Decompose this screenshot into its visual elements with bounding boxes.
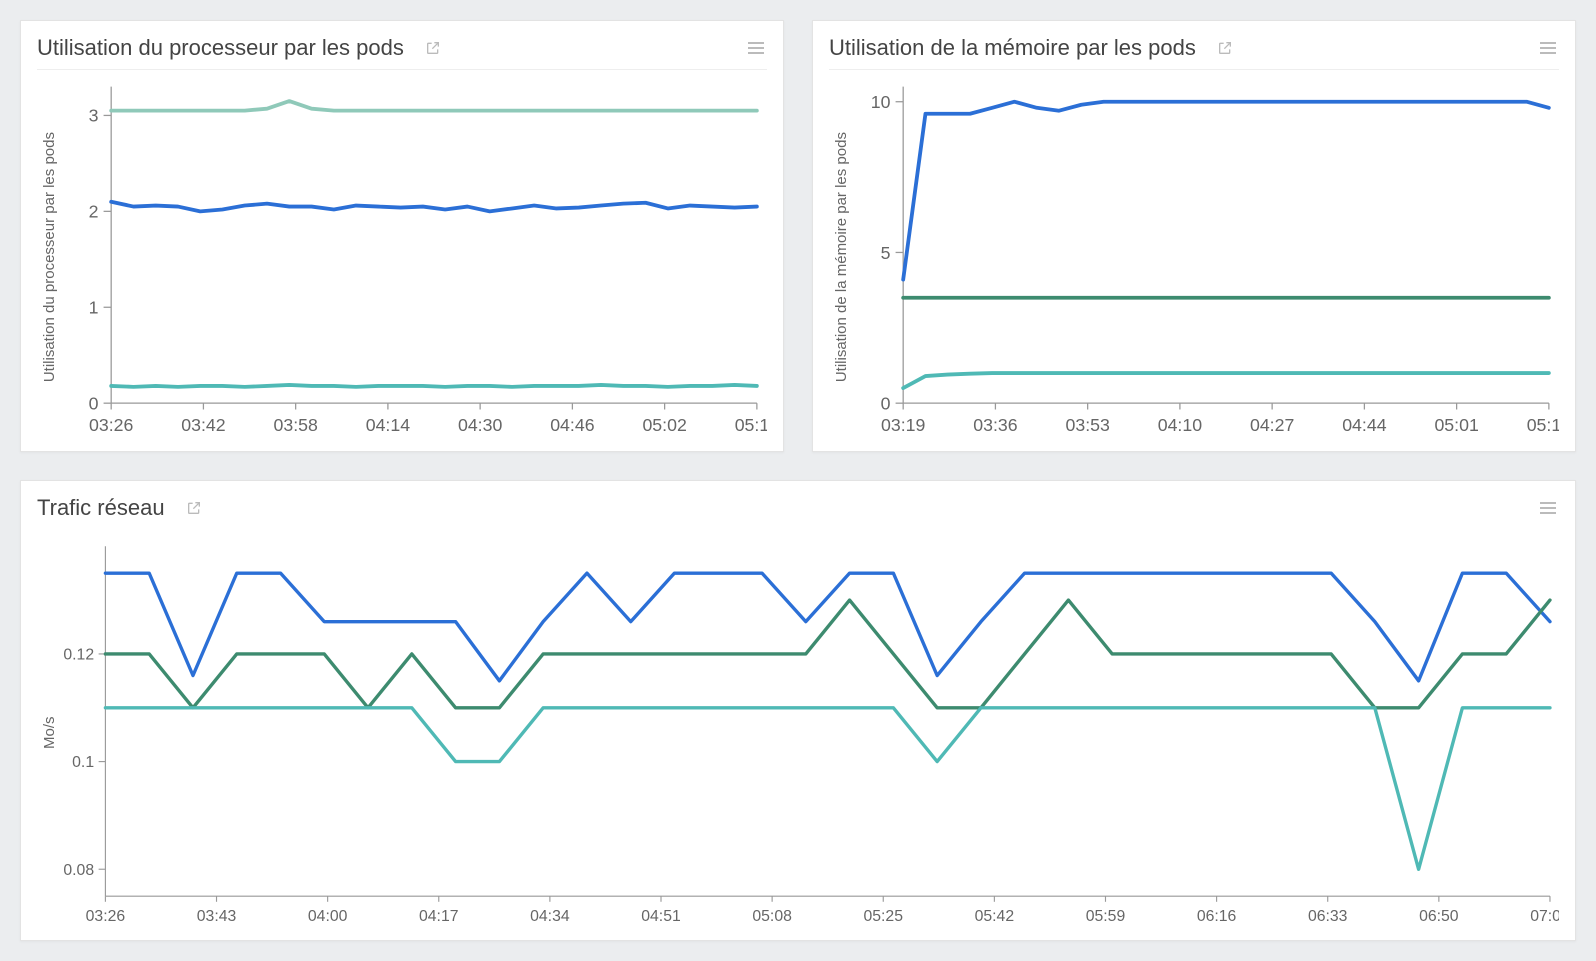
svg-text:05:59: 05:59	[1086, 908, 1126, 925]
svg-text:04:10: 04:10	[1158, 415, 1202, 435]
svg-text:04:34: 04:34	[530, 908, 570, 925]
panel-net: Trafic réseau Mo/s 0.08 0.1 0.12 03:26 03:43…	[20, 480, 1576, 941]
y-axis-title: Utilisation du processeur par les pods	[37, 74, 58, 441]
svg-text:0.08: 0.08	[63, 862, 94, 879]
chart-cpu: 0 1 2 3 03:26 03:42 03:58 04:14 04:30 04:46 05:02 0…	[58, 74, 767, 441]
panel-title: Utilisation de la mémoire par les pods	[829, 35, 1196, 61]
svg-text:0.1: 0.1	[72, 754, 94, 771]
panel-title: Utilisation du processeur par les pods	[37, 35, 404, 61]
svg-text:05:01: 05:01	[1434, 415, 1478, 435]
svg-text:04:30: 04:30	[458, 415, 502, 435]
svg-text:04:00: 04:00	[308, 908, 348, 925]
svg-text:06:33: 06:33	[1308, 908, 1348, 925]
svg-text:04:46: 04:46	[550, 415, 594, 435]
open-external-icon[interactable]	[183, 497, 205, 519]
svg-text:03:36: 03:36	[973, 415, 1017, 435]
svg-text:10: 10	[871, 92, 891, 112]
panel-header: Utilisation du processeur par les pods	[37, 31, 767, 69]
svg-text:03:43: 03:43	[197, 908, 237, 925]
chart-mem: 0 5 10 03:19 03:36 03:53 04:10 04:27 04:44 05:01 0…	[850, 74, 1559, 441]
svg-text:03:26: 03:26	[86, 908, 126, 925]
svg-text:0: 0	[881, 394, 891, 414]
svg-text:04:44: 04:44	[1342, 415, 1386, 435]
svg-text:07:07: 07:07	[1530, 908, 1559, 925]
svg-text:0: 0	[89, 394, 99, 414]
open-external-icon[interactable]	[422, 37, 444, 59]
svg-text:2: 2	[89, 202, 99, 222]
svg-text:05:42: 05:42	[975, 908, 1015, 925]
svg-text:03:19: 03:19	[881, 415, 925, 435]
panel-header: Trafic réseau	[37, 491, 1559, 529]
chart-net: 0.08 0.1 0.12 03:26 03:43 04:00 04:17 04:34 04:5…	[58, 535, 1559, 930]
svg-text:05:18: 05:18	[735, 415, 767, 435]
svg-text:1: 1	[89, 298, 99, 318]
svg-text:3: 3	[89, 106, 99, 126]
svg-text:06:50: 06:50	[1419, 908, 1459, 925]
svg-text:5: 5	[881, 243, 891, 263]
svg-text:03:58: 03:58	[273, 415, 317, 435]
svg-text:05:08: 05:08	[752, 908, 792, 925]
menu-icon[interactable]	[745, 37, 767, 59]
svg-text:0.12: 0.12	[63, 647, 94, 664]
panel-header: Utilisation de la mémoire par les pods	[829, 31, 1559, 69]
y-axis-title: Utilisation de la mémoire par les pods	[829, 74, 850, 441]
open-external-icon[interactable]	[1214, 37, 1236, 59]
svg-text:03:53: 03:53	[1065, 415, 1109, 435]
svg-text:04:51: 04:51	[641, 908, 681, 925]
svg-text:03:26: 03:26	[89, 415, 133, 435]
svg-text:04:17: 04:17	[419, 908, 459, 925]
panel-cpu: Utilisation du processeur par les pods U…	[20, 20, 784, 452]
menu-icon[interactable]	[1537, 497, 1559, 519]
svg-text:04:14: 04:14	[366, 415, 410, 435]
svg-text:03:42: 03:42	[181, 415, 225, 435]
svg-text:05:25: 05:25	[863, 908, 903, 925]
menu-icon[interactable]	[1537, 37, 1559, 59]
svg-text:04:27: 04:27	[1250, 415, 1294, 435]
svg-text:05:18: 05:18	[1527, 415, 1559, 435]
panel-title: Trafic réseau	[37, 495, 165, 521]
svg-text:05:02: 05:02	[642, 415, 686, 435]
svg-text:06:16: 06:16	[1197, 908, 1237, 925]
panel-mem: Utilisation de la mémoire par les pods U…	[812, 20, 1576, 452]
y-axis-title: Mo/s	[37, 535, 58, 930]
